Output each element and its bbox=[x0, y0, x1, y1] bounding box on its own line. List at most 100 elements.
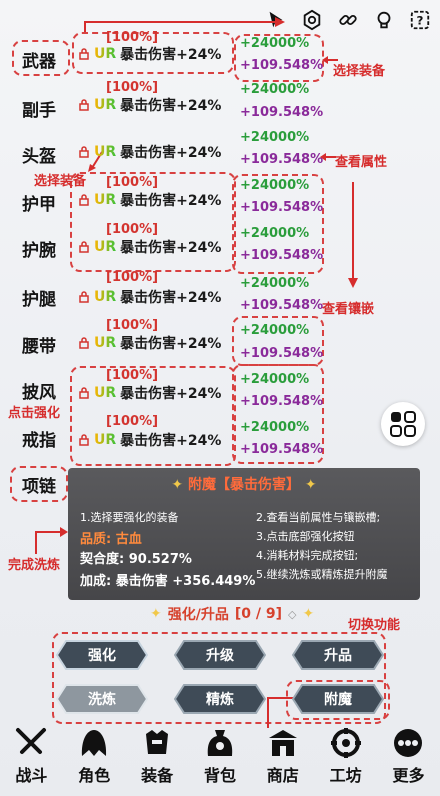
slot-necklace[interactable]: 项链 bbox=[22, 472, 56, 497]
armor-icon bbox=[146, 730, 169, 754]
item-pct: [100%] bbox=[106, 414, 159, 429]
slot-ring[interactable]: 戒指 bbox=[22, 426, 56, 451]
link-icon[interactable] bbox=[336, 8, 360, 32]
note-select-equip-1: 选择装备 bbox=[333, 64, 386, 79]
nav-label: 工坊 bbox=[329, 766, 362, 785]
lightbulb-icon[interactable] bbox=[372, 8, 396, 32]
item-row[interactable]: UR 暴击伤害+24% bbox=[78, 44, 221, 64]
step-text: 5.继续洗炼或精炼提升附魔 bbox=[256, 568, 388, 581]
lock-icon bbox=[79, 48, 89, 60]
nav-more[interactable]: 更多 bbox=[378, 726, 438, 796]
item-flat: +24000% bbox=[240, 372, 310, 387]
wash-button[interactable]: 洗炼 bbox=[56, 684, 148, 714]
rankup-label: 升品 bbox=[324, 648, 352, 664]
item-stat: 暴击伤害+24% bbox=[120, 145, 222, 161]
slot-offhand[interactable]: 副手 bbox=[22, 96, 56, 121]
slot-leggings[interactable]: 护腿 bbox=[22, 285, 56, 310]
forge-header[interactable]: ✦ 强化/升品 [0 / 9] ◇ ✦ bbox=[150, 604, 314, 624]
forge-title: 强化/升品 bbox=[167, 607, 229, 623]
item-pct: [100%] bbox=[106, 222, 159, 237]
item-mult: +109.548% bbox=[240, 58, 324, 73]
item-pct: [100%] bbox=[106, 318, 159, 333]
item-mult: +109.548% bbox=[240, 248, 324, 263]
steps-left: 1.选择要强化的装备 bbox=[80, 508, 179, 527]
slot-helmet[interactable]: 头盔 bbox=[22, 142, 56, 167]
slot-weapon[interactable]: 武器 bbox=[22, 47, 56, 72]
item-row[interactable]: UR 暴击伤害+24% bbox=[78, 430, 221, 450]
fit-value: 契合度: 90.527% bbox=[80, 552, 192, 567]
grade-badge: UR bbox=[94, 432, 117, 448]
item-flat: +24000% bbox=[240, 178, 310, 193]
wash-label: 洗炼 bbox=[88, 692, 116, 708]
more-icon bbox=[394, 729, 423, 757]
slot-armor[interactable]: 护甲 bbox=[22, 190, 56, 215]
panel-title-row: ✦ 附魔【暴击伤害】 ✦ bbox=[68, 474, 420, 494]
nav-battle[interactable]: 战斗 bbox=[1, 726, 61, 796]
strengthen-button[interactable]: 强化 bbox=[56, 640, 148, 670]
quality-row: 品质: 古血 bbox=[80, 528, 142, 547]
item-mult: +109.548% bbox=[240, 298, 324, 313]
bottom-nav: 战斗 角色 装备 背包 商店 工坊 更多 bbox=[0, 726, 440, 796]
upgrade-button[interactable]: 升级 bbox=[174, 640, 266, 670]
lock-icon bbox=[79, 291, 89, 303]
sparkle-icon: ✦ bbox=[302, 606, 315, 622]
upgrade-label: 升级 bbox=[206, 648, 234, 664]
note-finish-wash: 完成洗炼 bbox=[8, 558, 61, 573]
arrow-to-panel bbox=[35, 527, 68, 554]
grade-badge: UR bbox=[94, 192, 117, 208]
grade-badge: UR bbox=[94, 335, 117, 351]
item-row[interactable]: UR 暴击伤害+24% bbox=[78, 383, 221, 403]
sparkle-icon: ✦ bbox=[150, 606, 162, 622]
item-row[interactable]: UR 暴击伤害+24% bbox=[78, 190, 221, 210]
item-stat: 暴击伤害+24% bbox=[120, 386, 222, 402]
nav-label: 战斗 bbox=[15, 766, 48, 785]
nav-label: 背包 bbox=[203, 766, 236, 785]
gem-grid-button[interactable] bbox=[381, 402, 425, 446]
note-select-equip-2: 选择装备 bbox=[34, 174, 87, 189]
item-flat: +24000% bbox=[240, 130, 310, 145]
note-click-strengthen: 点击强化 bbox=[8, 406, 61, 421]
item-flat: +24000% bbox=[240, 36, 310, 51]
shop-icon bbox=[268, 730, 297, 756]
item-flat: +24000% bbox=[240, 82, 310, 97]
item-row[interactable]: UR 暴击伤害+24% bbox=[78, 95, 221, 115]
item-row[interactable]: UR 暴击伤害+24% bbox=[78, 287, 221, 307]
grade-badge: UR bbox=[94, 239, 117, 255]
slot-cape[interactable]: 披风 bbox=[22, 378, 56, 403]
item-stat: 暴击伤害+24% bbox=[120, 336, 222, 352]
sparkle-icon: ✦ bbox=[171, 477, 188, 493]
item-row[interactable]: UR 暴击伤害+24% bbox=[78, 142, 221, 162]
nav-shop[interactable]: 商店 bbox=[253, 726, 313, 796]
item-pct: [100%] bbox=[106, 270, 159, 285]
forge-screen: ? 选择装备 选择装备 查看属性 查看镶嵌 点击强化 完成洗炼 切换功能 武器 … bbox=[0, 0, 440, 796]
nav-workshop[interactable]: 工坊 bbox=[316, 726, 376, 796]
step-text: 2.查看当前属性与镶嵌槽; bbox=[256, 511, 381, 524]
nav-equipment[interactable]: 装备 bbox=[127, 726, 187, 796]
item-mult: +109.548% bbox=[240, 346, 324, 361]
item-pct: [100%] bbox=[106, 368, 159, 383]
lock-icon bbox=[79, 387, 89, 399]
help-icon[interactable]: ? bbox=[408, 8, 432, 32]
sparkle-icon: ✦ bbox=[304, 477, 317, 493]
grade-badge: UR bbox=[94, 144, 117, 160]
item-mult: +109.548% bbox=[240, 200, 324, 215]
nav-bag[interactable]: 背包 bbox=[190, 726, 250, 796]
workshop-icon bbox=[330, 728, 361, 758]
lock-icon bbox=[79, 337, 89, 349]
item-stat: 暴击伤害+24% bbox=[120, 193, 222, 209]
slot-belt[interactable]: 腰带 bbox=[22, 332, 56, 357]
svg-text:?: ? bbox=[417, 14, 424, 28]
helmet-icon bbox=[82, 730, 107, 756]
slot-bracer[interactable]: 护腕 bbox=[22, 236, 56, 261]
grade-badge: UR bbox=[94, 46, 117, 62]
rankup-button[interactable]: 升品 bbox=[292, 640, 384, 670]
lock-icon bbox=[79, 146, 89, 158]
item-row[interactable]: UR 暴击伤害+24% bbox=[78, 237, 221, 257]
refine-button[interactable]: 精炼 bbox=[174, 684, 266, 714]
nav-character[interactable]: 角色 bbox=[64, 726, 124, 796]
grid-icon bbox=[390, 411, 416, 437]
item-stat: 暴击伤害+24% bbox=[120, 98, 222, 114]
settings-icon[interactable] bbox=[300, 8, 324, 32]
item-stat: 暴击伤害+24% bbox=[120, 433, 222, 449]
item-row[interactable]: UR 暴击伤害+24% bbox=[78, 333, 221, 353]
